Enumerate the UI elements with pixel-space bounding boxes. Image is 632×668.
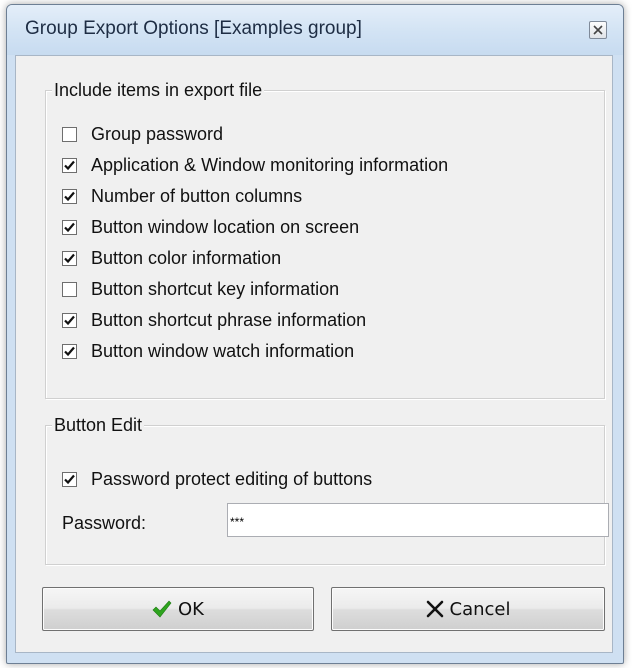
- button-shortcut-phrase-option[interactable]: Button shortcut phrase information: [62, 308, 366, 332]
- close-button[interactable]: [589, 21, 607, 39]
- cancel-label: Cancel: [449, 598, 511, 620]
- password-input[interactable]: [227, 503, 609, 537]
- checkbox[interactable]: [62, 250, 77, 266]
- dialog-body: Include items in export file Group passw…: [15, 55, 613, 653]
- check-icon: [152, 600, 172, 618]
- checkbox-label: Button shortcut key information: [91, 279, 340, 299]
- checkbox-label: Password protect editing of buttons: [91, 469, 373, 489]
- checkbox[interactable]: [62, 126, 77, 142]
- checkbox-label: Group password: [91, 124, 224, 144]
- checkbox[interactable]: [62, 343, 77, 359]
- password-label: Password:: [62, 513, 147, 533]
- button-window-watch-option[interactable]: Button window watch information: [62, 339, 354, 363]
- checkbox-label: Number of button columns: [91, 186, 303, 206]
- password-protect-option[interactable]: Password protect editing of buttons: [62, 467, 372, 491]
- checkbox-label: Application & Window monitoring informat…: [91, 155, 449, 175]
- button-shortcut-key-option[interactable]: Button shortcut key information: [62, 277, 339, 301]
- button-color-option[interactable]: Button color information: [62, 246, 281, 270]
- button-edit-legend: Button Edit: [52, 415, 145, 435]
- checkmark-icon: [64, 346, 75, 356]
- group-password-option[interactable]: Group password: [62, 122, 223, 146]
- include-items-group: Include items in export file Group passw…: [45, 80, 605, 399]
- button-window-location-option[interactable]: Button window location on screen: [62, 215, 359, 239]
- checkmark-icon: [64, 253, 75, 263]
- checkbox[interactable]: [62, 312, 77, 328]
- checkmark-icon: [64, 474, 75, 484]
- button-edit-group: Button Edit Password protect editing of …: [45, 415, 609, 565]
- button-columns-option[interactable]: Number of button columns: [62, 184, 302, 208]
- checkbox-label: Button window watch information: [91, 341, 355, 361]
- app-window-monitoring-option[interactable]: Application & Window monitoring informat…: [62, 153, 448, 177]
- checkbox-label: Button shortcut phrase information: [91, 310, 367, 330]
- close-icon: [593, 25, 603, 35]
- dialog-window: Group Export Options [Examples group] In…: [6, 4, 624, 664]
- ok-label: OK: [178, 598, 204, 620]
- cancel-button[interactable]: Cancel: [331, 587, 605, 631]
- checkmark-icon: [64, 315, 75, 325]
- x-icon: [426, 600, 443, 618]
- window-title: Group Export Options [Examples group]: [25, 18, 362, 39]
- checkmark-icon: [64, 222, 75, 232]
- checkbox-label: Button color information: [91, 248, 282, 268]
- checkbox[interactable]: [62, 188, 77, 204]
- checkbox[interactable]: [62, 157, 77, 173]
- checkbox[interactable]: [62, 281, 77, 297]
- ok-button[interactable]: OK: [42, 587, 314, 631]
- checkbox[interactable]: [62, 219, 77, 235]
- include-items-legend: Include items in export file: [52, 80, 265, 100]
- checkmark-icon: [64, 160, 75, 170]
- title-bar[interactable]: Group Export Options [Examples group]: [7, 5, 623, 55]
- checkbox-label: Button window location on screen: [91, 217, 360, 237]
- checkmark-icon: [64, 191, 75, 201]
- checkbox[interactable]: [62, 471, 77, 487]
